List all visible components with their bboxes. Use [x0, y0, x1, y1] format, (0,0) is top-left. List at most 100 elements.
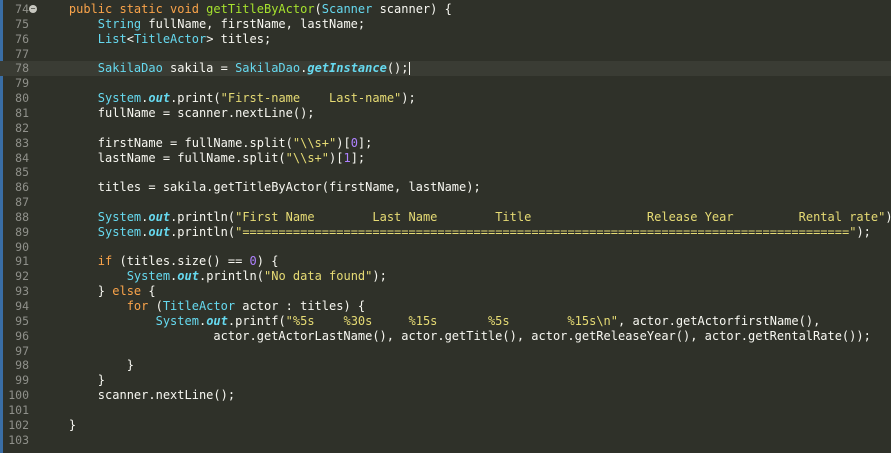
code-line[interactable]: 80 System.out.print("First-name Last-nam… [0, 91, 891, 106]
code-text[interactable]: for (TitleActor actor : titles) { [40, 299, 365, 314]
fold-toggle-icon[interactable]: − [29, 5, 37, 13]
code-token: (); [386, 61, 409, 76]
text-cursor [408, 62, 410, 76]
code-token: System [40, 224, 142, 239]
code-line[interactable]: 90 [0, 240, 891, 255]
code-token: )[ [336, 135, 351, 150]
code-line[interactable]: 97 [0, 344, 891, 359]
code-line[interactable]: 94 for (TitleActor actor : titles) { [0, 299, 891, 314]
line-number: 102 [8, 417, 29, 432]
code-line[interactable]: 88 System.out.println("First Name Last N… [0, 210, 891, 225]
code-text[interactable]: System.out.println("No data found"); [40, 269, 387, 284]
code-line[interactable]: 98 } [0, 358, 891, 373]
code-token: String [40, 16, 142, 31]
code-token: out [206, 313, 228, 328]
code-line[interactable]: 79 [0, 76, 891, 91]
code-text[interactable]: System.out.print("First-name Last-name")… [40, 91, 416, 106]
code-token: "=======================================… [235, 224, 857, 239]
code-token: "\\s+" [285, 150, 329, 165]
code-line[interactable]: 87 [0, 195, 891, 210]
code-line[interactable]: 86 titles = sakila.getTitleByActor(first… [0, 180, 891, 195]
code-token: System [40, 269, 171, 284]
code-text[interactable]: } [40, 373, 105, 388]
code-token: "No data found" [264, 269, 373, 284]
code-token: sakila = [162, 61, 236, 76]
line-number: 78 [15, 61, 29, 76]
code-line[interactable]: 89 System.out.println("=================… [0, 225, 891, 240]
code-text[interactable]: List<TitleActor> titles; [40, 32, 271, 47]
code-line[interactable]: 78 SakilaDao sakila = SakilaDao.getInsta… [0, 61, 891, 77]
code-token: List [40, 31, 127, 46]
code-text[interactable]: SakilaDao sakila = SakilaDao.getInstance… [40, 61, 410, 76]
code-line[interactable]: 91 if (titles.size() == 0) { [0, 254, 891, 269]
code-token: } [40, 417, 77, 432]
code-token: "First Name Last Name Title Release Year… [235, 209, 886, 224]
code-line[interactable]: 83 firstName = fullName.split("\\s+")[0]… [0, 136, 891, 151]
code-text[interactable]: } [40, 418, 76, 433]
line-number: 86 [15, 180, 29, 195]
code-line[interactable]: 100 scanner.nextLine(); [0, 388, 891, 403]
code-line[interactable]: 81 fullName = scanner.nextLine(); [0, 106, 891, 121]
line-number: 83 [15, 135, 29, 150]
line-number: 90 [15, 239, 29, 254]
line-number: 88 [15, 209, 29, 224]
code-line[interactable]: 84 lastName = fullName.split("\\s+")[1]; [0, 151, 891, 166]
code-token: System [40, 91, 142, 106]
code-token: TitleActor [133, 31, 207, 46]
code-text[interactable]: public static void getTitleByActor(Scann… [40, 2, 452, 17]
code-line[interactable]: 96 actor.getActorLastName(), actor.getTi… [0, 329, 891, 344]
code-line[interactable]: 102 } [0, 418, 891, 433]
code-text[interactable]: fullName = scanner.nextLine(); [40, 106, 315, 121]
code-token: SakilaDao [40, 61, 163, 76]
code-token: 0 [350, 135, 358, 150]
code-line[interactable]: 75 String fullName, firstName, lastName; [0, 17, 891, 32]
code-token: ); [372, 269, 387, 284]
code-line[interactable]: 101 [0, 403, 891, 418]
code-line[interactable]: 76 List<TitleActor> titles; [0, 32, 891, 47]
code-token: System [40, 209, 142, 224]
code-text[interactable]: } [40, 358, 134, 373]
code-token: 1 [343, 150, 351, 165]
line-number: 100 [8, 388, 29, 403]
code-line[interactable]: 103 [0, 433, 891, 448]
code-text[interactable]: System.out.println("====================… [40, 225, 871, 240]
code-token: ( [314, 2, 322, 16]
code-text[interactable]: actor.getActorLastName(), actor.getTitle… [40, 329, 870, 344]
code-line[interactable]: 92 System.out.println("No data found"); [0, 269, 891, 284]
code-token: ]; [357, 135, 373, 150]
code-token: ( [148, 299, 163, 313]
code-text[interactable]: firstName = fullName.split("\\s+")[0]; [40, 135, 373, 151]
code-line[interactable]: 95 System.out.printf("%5s %30s %15s %5s … [0, 314, 891, 329]
code-text[interactable]: String fullName, firstName, lastName; [40, 17, 365, 32]
code-line[interactable]: 99 } [0, 373, 891, 388]
code-line[interactable]: 82 [0, 121, 891, 136]
code-token: (titles.size() == [112, 254, 250, 269]
line-number: 75 [15, 16, 29, 31]
code-editor[interactable]: 74− public static void getTitleByActor(S… [0, 0, 891, 453]
code-token: TitleActor [162, 299, 236, 313]
code-text[interactable]: } else { [40, 284, 156, 299]
line-number: 74 [15, 2, 29, 16]
code-token: fullName = scanner.nextLine(); [40, 105, 315, 120]
line-number: 91 [15, 254, 29, 269]
code-text[interactable]: if (titles.size() == 0) { [40, 254, 279, 269]
code-line[interactable]: 77 [0, 47, 891, 62]
code-token: "\\s+" [292, 135, 337, 150]
code-token: )[ [329, 150, 344, 165]
code-token: for [40, 299, 149, 313]
code-line[interactable]: 74− public static void getTitleByActor(S… [0, 2, 891, 17]
code-text[interactable]: lastName = fullName.split("\\s+")[1]; [40, 151, 365, 166]
code-token: if [40, 254, 113, 269]
code-token: firstName = fullName.split( [40, 135, 293, 150]
code-text[interactable]: scanner.nextLine(); [40, 388, 235, 403]
line-number: 79 [15, 76, 29, 91]
code-line[interactable]: 93 } else { [0, 284, 891, 299]
code-line[interactable]: 85 [0, 165, 891, 180]
code-token: ) { [256, 254, 279, 269]
code-token: fullName, firstName, lastName; [141, 16, 366, 31]
line-number: 94 [15, 299, 29, 313]
code-text[interactable]: System.out.printf("%5s %30s %15s %5s %15… [40, 313, 821, 329]
code-text[interactable]: System.out.println("First Name Last Name… [40, 210, 891, 225]
line-number: 80 [15, 91, 29, 106]
code-text[interactable]: titles = sakila.getTitleByActor(firstNam… [40, 180, 481, 195]
